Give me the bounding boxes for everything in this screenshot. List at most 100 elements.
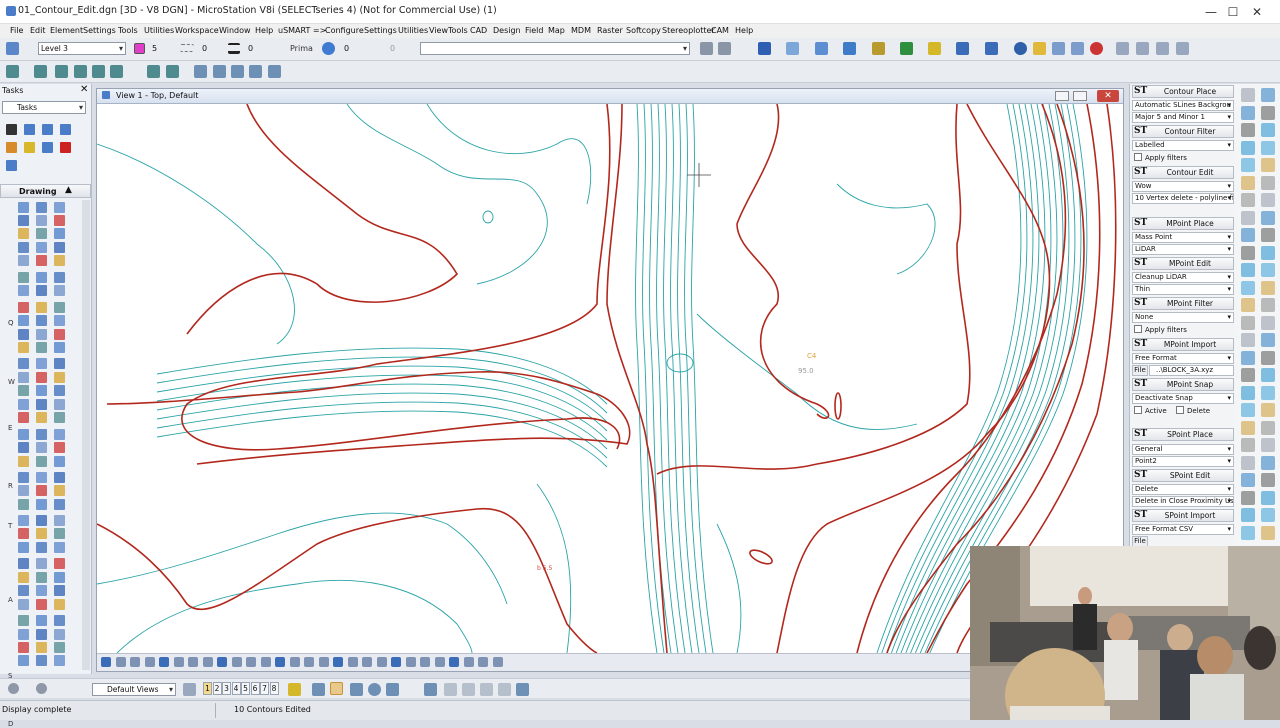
- menu-workspace[interactable]: Workspace: [175, 26, 219, 35]
- drawing-tool-icon[interactable]: [18, 615, 29, 626]
- view-5-button[interactable]: 5: [241, 682, 250, 695]
- place-tool-icon[interactable]: [1241, 228, 1255, 242]
- accudraw-icon[interactable]: [330, 682, 343, 695]
- select-icon[interactable]: [6, 124, 17, 135]
- menu-window[interactable]: Window: [219, 26, 251, 35]
- tool-icon[interactable]: [985, 42, 998, 55]
- menu-utilities-2[interactable]: Utilities: [398, 26, 428, 35]
- mpoint-edit-header[interactable]: ST MPoint Edit: [1132, 257, 1234, 270]
- drawing-tool-icon[interactable]: [54, 228, 65, 239]
- contour-edit-header[interactable]: ST Contour Edit: [1132, 166, 1234, 179]
- drawing-tool-icon[interactable]: [18, 385, 29, 396]
- mpoint-apply-filters-checkbox[interactable]: Apply filters: [1134, 325, 1187, 334]
- drawing-tool-icon[interactable]: [36, 528, 47, 539]
- view-control-icon[interactable]: [231, 657, 242, 667]
- place-tool-icon[interactable]: [1261, 333, 1275, 347]
- tool-icon[interactable]: [900, 42, 913, 55]
- place-tool-icon[interactable]: [1241, 193, 1255, 207]
- mpoint-file-button[interactable]: File: [1132, 365, 1148, 376]
- place-tool-icon[interactable]: [1261, 158, 1275, 172]
- view-6-button[interactable]: 6: [250, 682, 260, 695]
- drawing-tool-icon[interactable]: [54, 585, 65, 596]
- menu-cam[interactable]: CAM: [711, 26, 729, 35]
- drawing-tool-icon[interactable]: [18, 642, 29, 653]
- drawing-tool-icon[interactable]: [36, 572, 47, 583]
- mpoint-edit-thin[interactable]: Thin: [1132, 284, 1234, 295]
- view-control-icon[interactable]: [289, 657, 300, 667]
- delete-icon[interactable]: [60, 142, 71, 153]
- drawing-tool-icon[interactable]: [54, 342, 65, 353]
- close-button[interactable]: ✕: [1234, 0, 1280, 24]
- view-control-icon[interactable]: [405, 657, 416, 667]
- place-tool-icon[interactable]: [1241, 385, 1255, 400]
- spoint-place-header[interactable]: ST SPoint Place: [1132, 428, 1234, 441]
- drawing-tool-icon[interactable]: [18, 585, 29, 596]
- tool-icon[interactable]: [1136, 42, 1149, 55]
- tool-icon[interactable]: [1052, 42, 1065, 55]
- menu-edit[interactable]: Edit: [30, 26, 46, 35]
- drawing-tool-icon[interactable]: [54, 642, 65, 653]
- drawing-tool-icon[interactable]: [36, 485, 47, 496]
- drawing-tool-icon[interactable]: [54, 515, 65, 526]
- place-tool-icon[interactable]: [1261, 438, 1275, 452]
- view-control-icon[interactable]: [434, 657, 445, 667]
- tool-icon[interactable]: [872, 42, 885, 55]
- view-8-button[interactable]: 8: [269, 682, 279, 695]
- drawing-tool-icon[interactable]: [54, 485, 65, 496]
- drawing-tool-icon[interactable]: [54, 302, 65, 313]
- view-control-icon[interactable]: [333, 657, 343, 667]
- view-control-icon[interactable]: [463, 657, 474, 667]
- drawing-tool-icon[interactable]: [36, 202, 47, 213]
- drawing-tool-icon[interactable]: [18, 242, 29, 253]
- drawing-tool-icon[interactable]: [18, 572, 29, 583]
- drawing-tool-icon[interactable]: [18, 485, 29, 496]
- view-control-icon[interactable]: [101, 657, 111, 667]
- collapse-icon[interactable]: ▲: [65, 185, 72, 195]
- view-control-icon[interactable]: [144, 657, 155, 667]
- tool-icon[interactable]: [480, 683, 493, 696]
- place-tool-icon[interactable]: [1241, 280, 1255, 295]
- menu-viewtools[interactable]: ViewTools: [429, 26, 468, 35]
- view-minimize-button[interactable]: [1055, 91, 1069, 101]
- mpoint-edit-mode[interactable]: Cleanup LiDAR: [1132, 272, 1234, 283]
- spoint-import-format[interactable]: Free Format CSV: [1132, 524, 1234, 535]
- contour-tool-icon[interactable]: [92, 65, 105, 78]
- drawing-tool-icon[interactable]: [36, 215, 47, 226]
- active-color-swatch[interactable]: [134, 43, 145, 54]
- task-icon[interactable]: [42, 142, 53, 153]
- drawing-tool-icon[interactable]: [36, 642, 47, 653]
- menu-cad[interactable]: CAD: [470, 26, 487, 35]
- place-tool-icon[interactable]: [1261, 315, 1275, 330]
- drawing-tool-icon[interactable]: [36, 542, 47, 553]
- spoint-place-point[interactable]: Point2: [1132, 456, 1234, 467]
- place-tool-icon[interactable]: [1241, 490, 1255, 505]
- menu-configure[interactable]: Configure: [325, 26, 364, 35]
- drawing-tool-icon[interactable]: [18, 456, 29, 467]
- line-style-icon[interactable]: [180, 44, 194, 52]
- view-control-icon[interactable]: [202, 657, 213, 667]
- view-control-icon[interactable]: [173, 657, 184, 667]
- spoint-edit-header[interactable]: ST SPoint Edit: [1132, 469, 1234, 482]
- tool-icon[interactable]: [424, 683, 437, 696]
- place-tool-icon[interactable]: [1241, 210, 1255, 225]
- tool-icon[interactable]: [718, 42, 731, 55]
- place-tool-icon[interactable]: [1261, 210, 1275, 225]
- drawing-tool-icon[interactable]: [36, 472, 47, 483]
- contour-edit-mode[interactable]: Wow: [1132, 181, 1234, 192]
- back-icon[interactable]: [8, 683, 19, 694]
- drawing-tool-icon[interactable]: [18, 399, 29, 410]
- view-control-icon[interactable]: [130, 657, 140, 667]
- contour-tool-icon[interactable]: [34, 65, 47, 78]
- drawing-tool-icon[interactable]: [36, 399, 47, 410]
- contour-filter-header[interactable]: ST Contour Filter: [1132, 125, 1234, 138]
- drawing-tool-icon[interactable]: [18, 202, 29, 213]
- drawing-tool-icon[interactable]: [18, 629, 29, 640]
- contour-tool-icon[interactable]: [55, 65, 68, 78]
- forward-icon[interactable]: [36, 683, 47, 694]
- drawing-tool-icon[interactable]: [18, 655, 29, 666]
- drawing-tool-icon[interactable]: [18, 515, 29, 526]
- drawing-tool-icon[interactable]: [36, 242, 47, 253]
- drawing-tool-icon[interactable]: [54, 272, 65, 283]
- close-icon[interactable]: ✕: [80, 84, 88, 95]
- view-control-icon[interactable]: [362, 657, 372, 667]
